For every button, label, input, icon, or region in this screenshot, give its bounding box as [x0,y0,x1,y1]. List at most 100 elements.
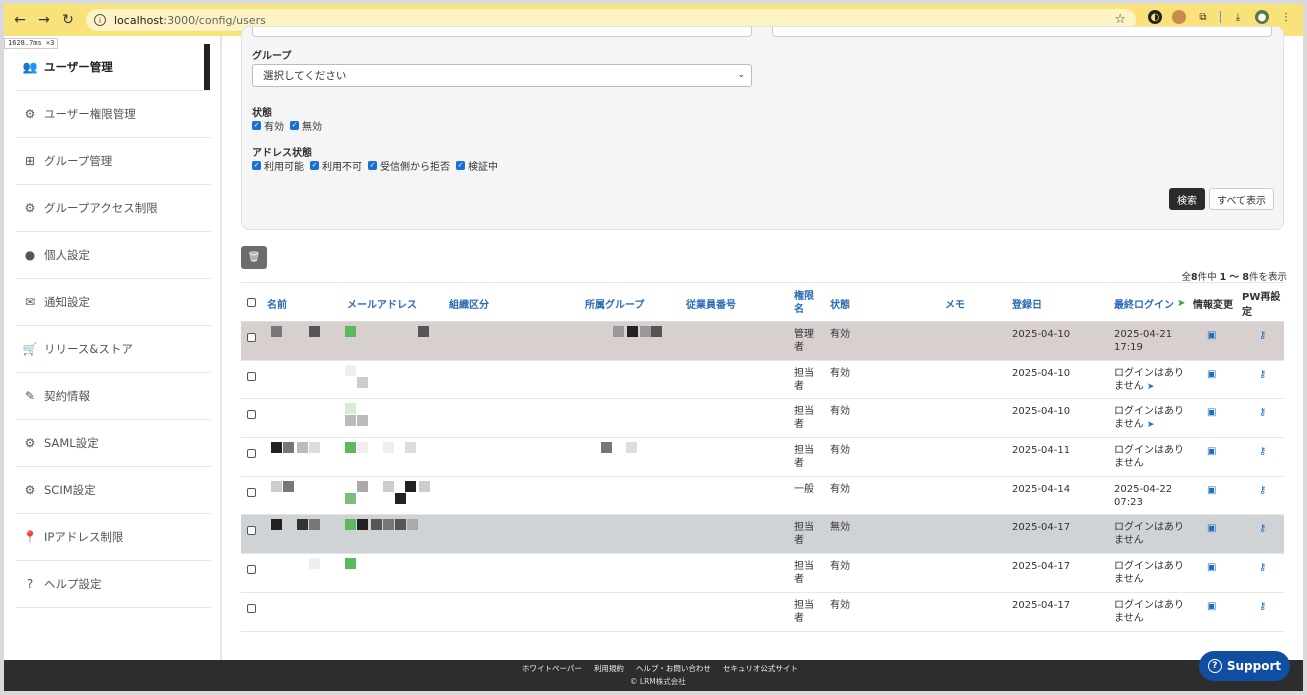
sidebar-item-contract[interactable]: ✎ 契約情報 [16,373,211,420]
checkbox-checked-icon[interactable]: ✓ [456,161,465,170]
redacted-pixel [395,519,406,531]
main-content: グループ 選択してください ⌄ 状態 ✓ 有効 ✓ 無効 アドレス状態 ✓ 利用可能 … [224,26,1303,660]
header-org-division[interactable]: 組織区分 [449,283,489,323]
row-checkbox[interactable] [247,526,256,536]
extension-icon[interactable]: ◐ [1148,10,1162,24]
sidebar-item-ip-restriction[interactable]: 📍 IPアドレス制限 [16,514,211,561]
footer-link-official-site[interactable]: セキュリオ公式サイト [723,663,798,674]
registered-cell: 2025-04-14 [1012,483,1071,495]
header-name[interactable]: 名前 [267,283,287,323]
sidebar-item-personal-settings[interactable]: ● 個人設定 [16,232,211,279]
header-role[interactable]: 権限名 [794,283,816,323]
row-checkbox[interactable] [247,565,256,575]
id-card-icon[interactable]: ▣ [1207,523,1216,534]
sidebar-item-scim[interactable]: ⚙ SCIM設定 [16,467,211,514]
header-registered[interactable]: 登録日 [1012,283,1042,323]
reload-icon[interactable]: ↻ [56,8,80,32]
header-last-login[interactable]: 最終ログイン ➤ [1114,283,1185,323]
footer-link-help[interactable]: ヘルプ・お問い合わせ [636,663,711,674]
footer-link-terms[interactable]: 利用規約 [594,663,624,674]
id-card-icon[interactable]: ▣ [1207,446,1216,457]
download-icon[interactable]: ⤓ [1231,10,1245,24]
sidebar-item-group-access[interactable]: ⚙ グループアクセス制限 [16,185,211,232]
sidebar-item-saml[interactable]: ⚙ SAML設定 [16,420,211,467]
sidebar-item-release-store[interactable]: 🛒 リリース&ストア [16,326,211,373]
sidebar-item-label: 通知設定 [44,295,90,309]
sidebar-item-group-management[interactable]: ⊞ グループ管理 [16,138,211,185]
profile-avatar[interactable]: ● [1255,10,1269,24]
registered-cell: 2025-04-17 [1012,522,1071,534]
redacted-pixel [357,376,368,388]
back-icon[interactable]: ← [8,8,32,32]
address-checkbox-verifying[interactable]: ✓ 検証中 [456,158,498,173]
url-path: :3000/config/users [163,13,266,27]
id-card-icon[interactable]: ▣ [1207,485,1216,496]
status-cell: 有効 [830,483,850,495]
row-checkbox[interactable] [247,487,256,497]
key-icon[interactable]: ⚷ [1259,330,1266,341]
support-button[interactable]: ? Support [1199,651,1290,681]
search-button[interactable]: 検索 [1169,188,1205,210]
row-checkbox[interactable] [247,410,256,420]
puzzle-icon[interactable]: ⧉ [1196,10,1210,24]
forward-icon[interactable]: → [32,8,56,32]
sidebar-item-notifications[interactable]: ✉ 通知設定 [16,279,211,326]
id-card-icon[interactable]: ▣ [1207,407,1216,418]
checkbox-checked-icon[interactable]: ✓ [310,161,319,170]
status-checkbox-inactive[interactable]: ✓ 無効 [290,118,322,133]
row-checkbox[interactable] [247,333,256,342]
header-memo[interactable]: メモ [945,283,965,323]
menu-kebab-icon[interactable]: ⋮ [1279,10,1293,24]
footer: ホワイトペーパー 利用規約 ヘルプ・お問い合わせ セキュリオ公式サイト © LR… [4,660,1303,691]
checkbox-checked-icon[interactable]: ✓ [290,121,299,130]
filter-input-partial[interactable] [252,27,752,37]
filter-input-partial[interactable] [772,27,1272,37]
id-card-icon[interactable]: ▣ [1207,601,1216,612]
redacted-pixel [345,326,356,337]
show-all-button[interactable]: すべて表示 [1209,188,1274,210]
address-checkbox-available[interactable]: ✓ 利用可能 [252,158,304,173]
bookmark-star-icon[interactable]: ☆ [1114,12,1126,27]
paper-plane-icon[interactable]: ➤ [1147,382,1155,392]
sidebar-item-user-management[interactable]: 👥 ユーザー管理 [16,44,211,91]
key-icon[interactable]: ⚷ [1259,369,1266,380]
checkbox-checked-icon[interactable]: ✓ [252,121,261,130]
row-checkbox[interactable] [247,603,256,613]
address-checkbox-rejected[interactable]: ✓ 受信側から拒否 [368,158,450,173]
sidebar-item-help[interactable]: ? ヘルプ設定 [16,561,211,608]
id-card-icon[interactable]: ▣ [1207,369,1216,380]
delete-button[interactable]: 🗑 [241,246,267,269]
select-all-checkbox[interactable] [247,298,256,307]
paper-plane-icon[interactable]: ➤ [1147,420,1155,430]
id-card-icon[interactable]: ▣ [1207,562,1216,573]
address-checkbox-unavailable[interactable]: ✓ 利用不可 [310,158,362,173]
header-group[interactable]: 所属グループ [585,283,644,323]
last-login-cell: 2025-04-21 17:19 [1114,328,1186,354]
footer-link-whitepaper[interactable]: ホワイトペーパー [522,663,582,674]
header-email[interactable]: メールアドレス [347,283,417,323]
group-select[interactable]: 選択してください ⌄ [252,64,752,87]
redacted-pixel [283,442,294,454]
header-last-login-label: 最終ログイン [1114,299,1174,311]
checkbox-checked-icon[interactable]: ✓ [252,161,261,170]
key-icon[interactable]: ⚷ [1259,601,1266,612]
status-checkbox-active[interactable]: ✓ 有効 [252,118,284,133]
registered-cell: 2025-04-10 [1012,329,1071,340]
row-checkbox[interactable] [247,449,256,459]
sidebar-item-user-permissions[interactable]: ⚙ ユーザー権限管理 [16,91,211,138]
checkbox-checked-icon[interactable]: ✓ [368,161,377,170]
extension-icon[interactable] [1172,10,1186,24]
key-icon[interactable]: ⚷ [1259,562,1266,573]
redacted-pixel [345,364,356,376]
header-status[interactable]: 状態 [830,283,850,323]
key-icon[interactable]: ⚷ [1259,485,1266,496]
header-employee-no[interactable]: 従業員番号 [686,283,736,323]
users-gear-icon: ⚙ [24,483,36,497]
key-icon[interactable]: ⚷ [1259,446,1266,457]
site-info-icon[interactable]: i [94,14,106,26]
id-card-icon[interactable]: ▣ [1207,330,1216,341]
redacted-pixel [271,326,282,337]
key-icon[interactable]: ⚷ [1259,407,1266,418]
key-icon[interactable]: ⚷ [1259,523,1266,534]
row-checkbox[interactable] [247,371,256,381]
